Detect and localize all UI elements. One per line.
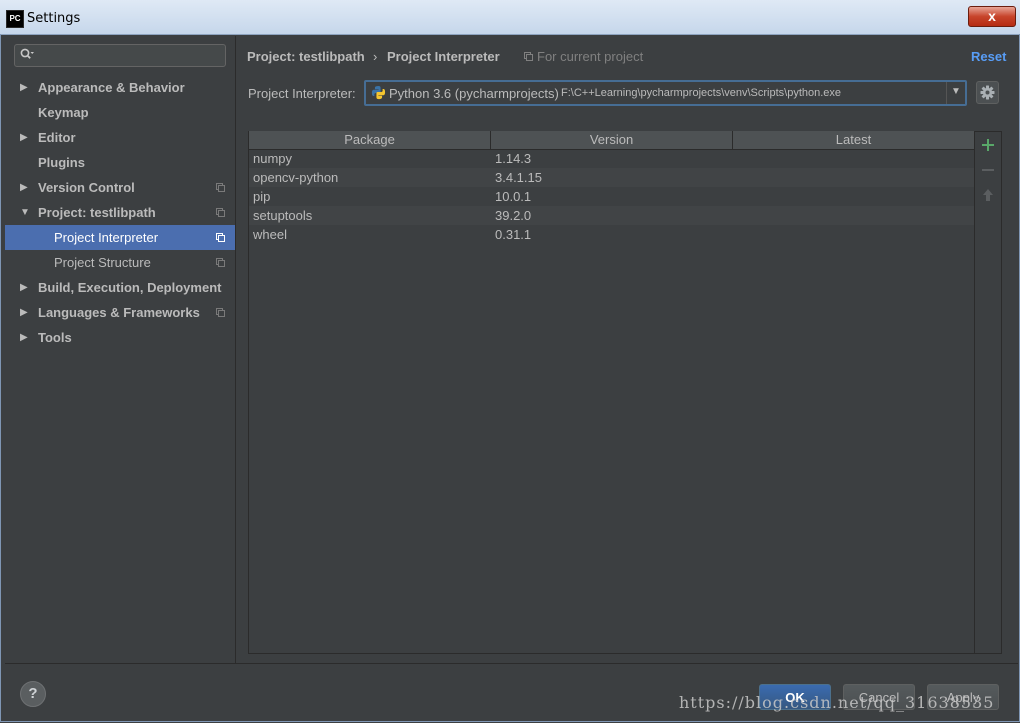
expand-arrow-icon[interactable]: ▶ [20,300,28,325]
sidebar-item-label: Project Structure [54,255,151,270]
window-title-bar[interactable] [0,0,1020,35]
add-package-icon[interactable] [980,137,996,153]
pycharm-logo-icon: PC [6,10,24,28]
sidebar-item-project-interpreter[interactable]: Project Interpreter [5,225,235,250]
project-scope-icon [216,258,225,267]
project-scope-icon [524,52,533,61]
reset-link[interactable]: Reset [971,49,1006,64]
project-scope-icon [216,183,225,192]
package-version: 10.0.1 [495,189,532,204]
remove-package-icon[interactable] [980,162,996,178]
settings-search-input[interactable] [14,44,226,67]
package-name: numpy [253,151,293,166]
help-icon[interactable]: ? [20,681,46,707]
interpreter-settings-button[interactable] [976,81,999,104]
column-header-latest[interactable]: Latest [733,131,975,150]
package-version: 1.14.3 [495,151,532,166]
sidebar-item-label: Keymap [38,105,89,120]
package-name: opencv-python [253,170,339,185]
package-version: 39.2.0 [495,208,532,223]
footer-divider [5,663,1018,664]
table-row[interactable]: opencv-python 3.4.1.15 [249,168,974,187]
project-scope-icon [216,233,225,242]
expand-arrow-icon[interactable]: ▶ [20,125,28,150]
chevron-down-icon[interactable]: ▼ [951,86,961,97]
window-title: Settings [27,11,81,26]
sidebar-item-editor[interactable]: ▶ Editor [5,125,235,150]
sidebar-item-label: Build, Execution, Deployment [38,280,222,295]
page-title: Project Interpreter [387,49,500,64]
sidebar-item-label: Project: testlibpath [38,205,156,220]
sidebar-item-tools[interactable]: ▶ Tools [5,325,235,350]
sidebar-item-label: Plugins [38,155,85,170]
project-scope-icon [216,308,225,317]
project-scope-icon [216,208,225,217]
watermark-text: https://blog.csdn.net/qq_31638535 [679,693,995,712]
sidebar-item-appearance-behavior[interactable]: ▶ Appearance & Behavior [5,75,235,100]
expand-arrow-icon[interactable]: ▶ [20,325,28,350]
search-icon[interactable] [20,48,34,62]
breadcrumb-separator: › [373,49,378,64]
interpreter-path: F:\C++Learning\pycharmprojects\venv\Scri… [561,87,842,99]
sidebar-item-project-structure[interactable]: Project Structure [5,250,235,275]
package-name: wheel [253,227,287,242]
sidebar-item-label: Editor [38,130,76,145]
package-version: 0.31.1 [495,227,532,242]
scope-label: For current project [537,49,644,64]
table-row[interactable]: wheel 0.31.1 [249,225,974,244]
close-window-button[interactable]: x [968,6,1016,27]
python-logo-icon [371,85,386,100]
close-icon: x [988,8,996,24]
breadcrumb-parent: Project: testlibpath [247,49,365,64]
collapse-arrow-icon[interactable]: ▼ [20,200,30,225]
sidebar-item-languages-frameworks[interactable]: ▶ Languages & Frameworks [5,300,235,325]
sidebar-item-build-execution-deployment[interactable]: ▶ Build, Execution, Deployment [5,275,235,300]
table-row[interactable]: pip 10.0.1 [249,187,974,206]
expand-arrow-icon[interactable]: ▶ [20,275,28,300]
expand-arrow-icon[interactable]: ▶ [20,175,28,200]
sidebar-item-label: Languages & Frameworks [38,305,200,320]
sidebar-item-keymap[interactable]: Keymap [5,100,235,125]
sidebar-item-label: Project Interpreter [54,230,159,245]
upgrade-package-icon[interactable] [980,187,996,203]
sidebar-item-label: Version Control [38,180,135,195]
table-row[interactable]: setuptools 39.2.0 [249,206,974,225]
sidebar-item-label: Appearance & Behavior [38,80,185,95]
gear-icon [980,85,995,100]
sidebar-item-plugins[interactable]: Plugins [5,150,235,175]
interpreter-label: Project Interpreter: [248,86,356,101]
sidebar-item-project[interactable]: ▼ Project: testlibpath [5,200,235,225]
sidebar-item-label: Tools [38,330,72,345]
column-header-version[interactable]: Version [491,131,733,150]
interpreter-name: Python 3.6 (pycharmprojects) [389,86,559,101]
expand-arrow-icon[interactable]: ▶ [20,75,28,100]
package-name: pip [253,189,271,204]
column-header-package[interactable]: Package [249,131,491,150]
table-row[interactable]: numpy 1.14.3 [249,149,974,168]
dropdown-divider [946,82,947,104]
package-version: 3.4.1.15 [495,170,542,185]
sidebar-item-version-control[interactable]: ▶ Version Control [5,175,235,200]
package-name: setuptools [253,208,313,223]
